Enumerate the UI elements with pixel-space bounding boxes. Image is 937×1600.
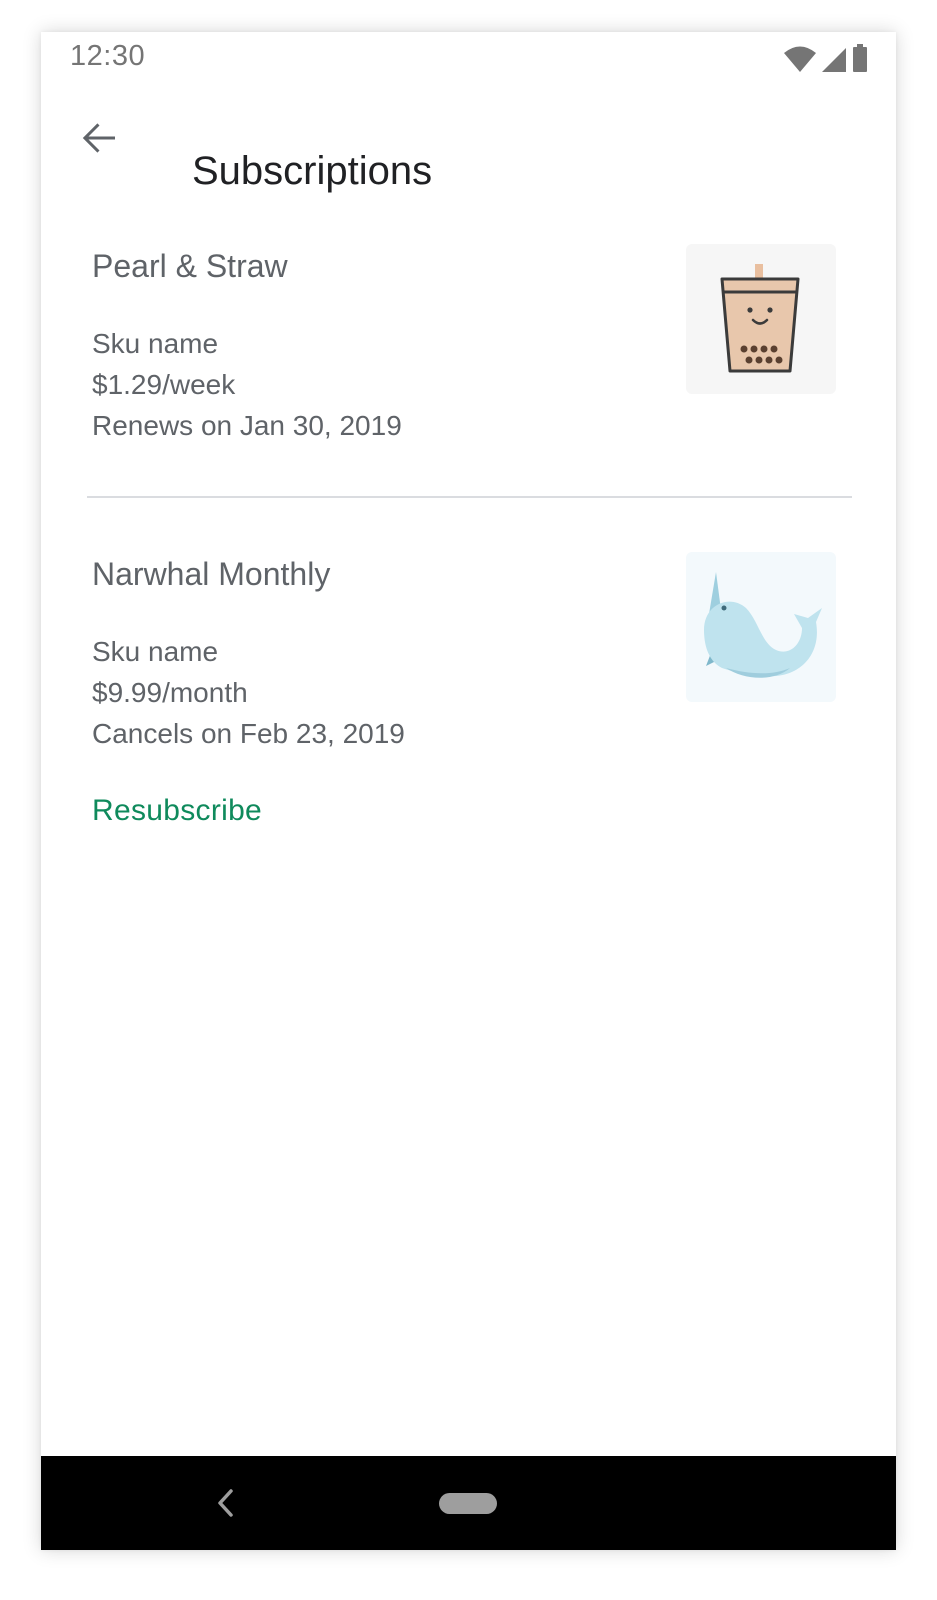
subscription-item[interactable]: Narwhal Monthly Sku name $9.99/month Can… bbox=[41, 540, 896, 840]
status-time: 12:30 bbox=[70, 40, 146, 72]
battery-icon bbox=[853, 44, 867, 72]
narwhal-icon bbox=[704, 572, 822, 678]
subscription-status: Renews on Jan 30, 2019 bbox=[92, 410, 402, 441]
subscription-sku: Sku name bbox=[92, 636, 219, 667]
arrow-back-icon[interactable] bbox=[75, 114, 123, 162]
screen: 12:30 Subscriptions Pearl & Straw Sku na… bbox=[0, 0, 937, 1600]
subscription-price: $9.99/month bbox=[92, 677, 248, 708]
subscription-price: $1.29/week bbox=[92, 369, 236, 400]
subscription-thumbnail bbox=[686, 244, 836, 394]
app-bar: Subscriptions bbox=[41, 92, 896, 202]
status-bar: 12:30 bbox=[41, 32, 896, 82]
wifi-icon bbox=[784, 46, 816, 72]
status-icons bbox=[784, 42, 868, 72]
subscription-item[interactable]: Pearl & Straw Sku name $1.29/week Renews… bbox=[41, 232, 896, 492]
subscription-name: Pearl & Straw bbox=[92, 248, 288, 284]
page-title: Subscriptions bbox=[192, 149, 433, 193]
subscription-sku: Sku name bbox=[92, 328, 219, 359]
divider bbox=[87, 496, 852, 498]
subscription-status: Cancels on Feb 23, 2019 bbox=[92, 718, 405, 749]
resubscribe-button[interactable]: Resubscribe bbox=[92, 794, 262, 828]
cellular-signal-icon bbox=[822, 48, 846, 72]
subscription-name: Narwhal Monthly bbox=[92, 556, 331, 592]
phone-frame: 12:30 Subscriptions Pearl & Straw Sku na… bbox=[41, 32, 896, 1550]
bubble-tea-icon bbox=[720, 264, 800, 373]
subscription-thumbnail bbox=[686, 552, 836, 702]
nav-home-pill[interactable] bbox=[439, 1493, 497, 1514]
system-nav-bar bbox=[41, 1456, 896, 1550]
nav-back-icon[interactable] bbox=[211, 1486, 241, 1520]
